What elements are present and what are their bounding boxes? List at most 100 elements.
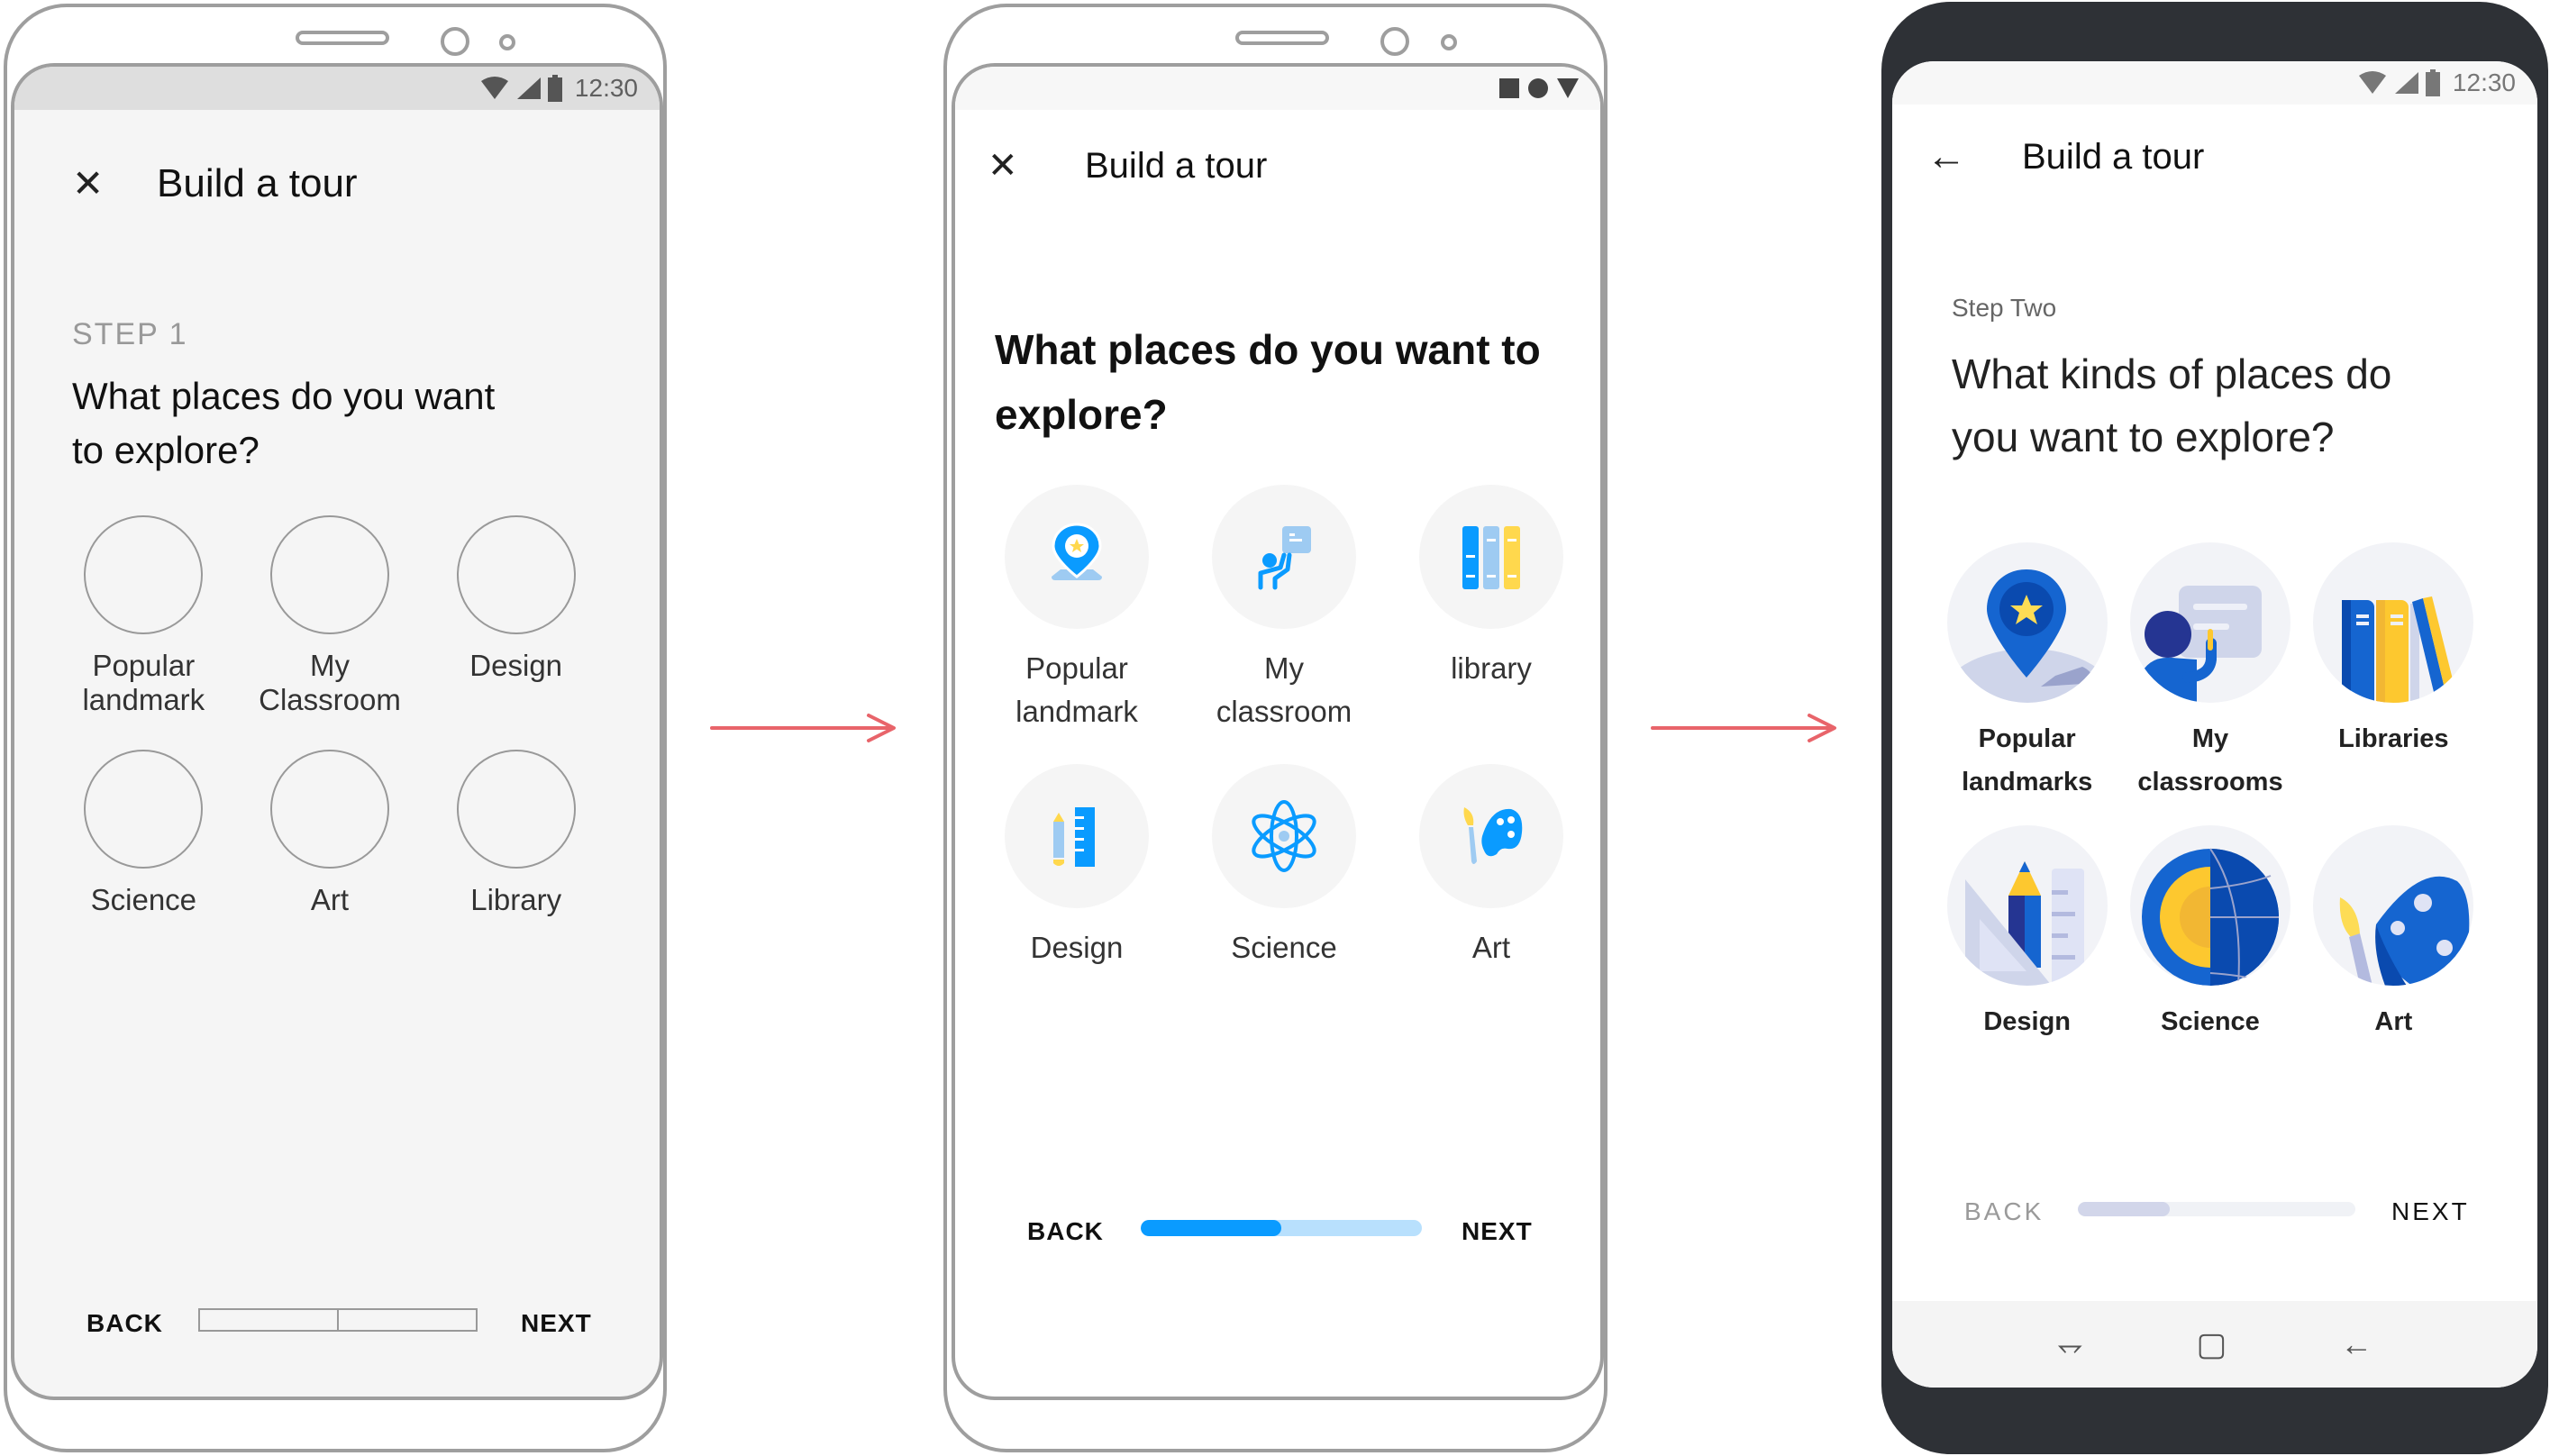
question-line-2: to explore? [72,429,260,471]
category-tile-art[interactable]: Art [237,750,423,917]
tile-label: Design [1030,931,1124,964]
icon-circle [1005,764,1149,908]
wifi-icon [2358,71,2386,94]
question-heading: What places do you want to explore? [995,317,1541,447]
question-line-1: What kinds of places do [1952,350,2392,397]
tile-label: Science [90,883,197,916]
sensor [1441,34,1457,50]
question-line-1: What places do you want to [995,326,1541,373]
close-icon[interactable]: ✕ [988,148,1018,184]
page-title: Build a tour [157,161,358,205]
page-title: Build a tour [2022,136,2205,177]
tile-label: Art [310,883,350,916]
circle-icon [1528,78,1548,98]
teacher-board-icon [1258,526,1311,590]
square-icon [1499,78,1519,98]
phone-wireframe: 12:30 ✕ Build a tour STEP 1 What places … [4,4,667,1452]
tile-label: Science [2161,1007,2260,1036]
question-line-2: explore? [995,391,1168,438]
footer-nav: BACK NEXT [955,1209,1600,1254]
step-label: STEP 1 [72,317,188,351]
palette-icon [1463,807,1523,864]
globe-icon [2141,848,2279,986]
icon-circle [2129,825,2290,986]
tile-label: Design [1983,1007,2071,1036]
tile-label: My classrooms [2137,724,2283,796]
category-tile-art[interactable]: Art [2302,825,2485,1043]
tile-label: Popular landmark [1015,651,1138,728]
close-icon[interactable]: ✕ [72,165,104,203]
phone-midfi: ✕ Build a tour What places do you want t… [943,4,1607,1452]
icon-circle [1005,485,1149,629]
back-button[interactable]: BACK [1027,1217,1104,1246]
progress-segment [339,1310,476,1330]
books-icon [1462,526,1520,589]
back-arrow-icon[interactable]: ← [1926,137,1966,177]
placeholder-circle [269,515,389,634]
earpiece-speaker [296,31,389,45]
front-camera [1380,27,1409,56]
teacher-board-icon [2138,586,2262,703]
category-grid: Popular landmark My classroom library De… [973,485,1595,969]
screen: 12:30 ✕ Build a tour STEP 1 What places … [11,63,663,1400]
category-grid: Popular landmarks My classrooms Librarie… [1935,542,2485,1043]
tile-label: Design [469,649,563,682]
icon-circle [1946,542,2108,703]
icon-circle [1419,764,1563,908]
next-button[interactable]: NEXT [521,1309,592,1338]
category-tile-design[interactable]: Design [973,764,1180,969]
question-heading: What places do you want to explore? [72,369,495,478]
next-button[interactable]: NEXT [2391,1197,2470,1226]
category-tile-design[interactable]: Design [1935,825,2118,1043]
screen: 12:30 ← Build a tour Step Two What kinds… [1892,61,2537,1388]
phone-hifi: 12:30 ← Build a tour Step Two What kinds… [1881,2,2548,1454]
category-tile-libraries[interactable]: Libraries [2302,542,2485,804]
flow-arrow [710,714,896,742]
icon-circle [1212,485,1356,629]
tile-label: Libraries [2338,724,2449,753]
earpiece-speaker [1235,31,1329,45]
category-tile-popular-landmarks[interactable]: Popular landmarks [1935,542,2118,804]
palette-icon [2340,876,2470,986]
placeholder-circle [269,750,389,869]
progress-segments [198,1308,478,1332]
back-icon[interactable]: ← [2340,1325,2372,1363]
category-tile-science[interactable]: Science [1180,764,1388,969]
question-heading: What kinds of places do you want to expl… [1952,342,2391,469]
category-tile-popular-landmark[interactable]: Popular landmark [50,515,237,717]
icon-circle [2129,542,2290,703]
category-tile-popular-landmark[interactable]: Popular landmark [973,485,1180,733]
status-bar: 12:30 [14,67,660,110]
flow-arrow [1651,714,1836,742]
home-icon[interactable]: ▢ [2196,1325,2227,1363]
category-tile-design[interactable]: Design [423,515,609,717]
question-line-2: you want to explore? [1952,414,2335,460]
back-button[interactable]: BACK [1964,1197,2044,1226]
category-tile-science[interactable]: Science [50,750,237,917]
tile-label: Art [2374,1007,2413,1036]
icon-circle [1419,485,1563,629]
icon-circle [2313,825,2474,986]
app-bar: ← Build a tour [1892,130,2537,184]
category-tile-library[interactable]: Library [423,750,609,917]
books-icon [2342,596,2454,703]
footer-nav: BACK NEXT [1892,1189,2537,1234]
category-tile-my-classrooms[interactable]: My classrooms [2118,542,2301,804]
tile-label: Library [470,883,562,916]
category-tile-art[interactable]: Art [1388,764,1595,969]
category-tile-my-classroom[interactable]: My Classroom [237,515,423,717]
next-button[interactable]: NEXT [1462,1217,1533,1246]
status-time: 12:30 [574,74,638,102]
pencil-ruler-icon [1964,861,2084,986]
battery-icon [2425,69,2440,96]
screen: ✕ Build a tour What places do you want t… [952,63,1604,1400]
category-tile-science[interactable]: Science [2118,825,2301,1043]
category-tile-my-classroom[interactable]: My classroom [1180,485,1388,733]
status-bar [955,67,1600,110]
icon-circle [1946,825,2108,986]
category-grid: Popular landmark My Classroom Design Scien… [50,515,609,917]
category-tile-library[interactable]: library [1388,485,1595,733]
page-title: Build a tour [1085,145,1268,186]
back-button[interactable]: BACK [87,1309,163,1338]
recents-icon[interactable]: ⥐ [2057,1325,2083,1364]
